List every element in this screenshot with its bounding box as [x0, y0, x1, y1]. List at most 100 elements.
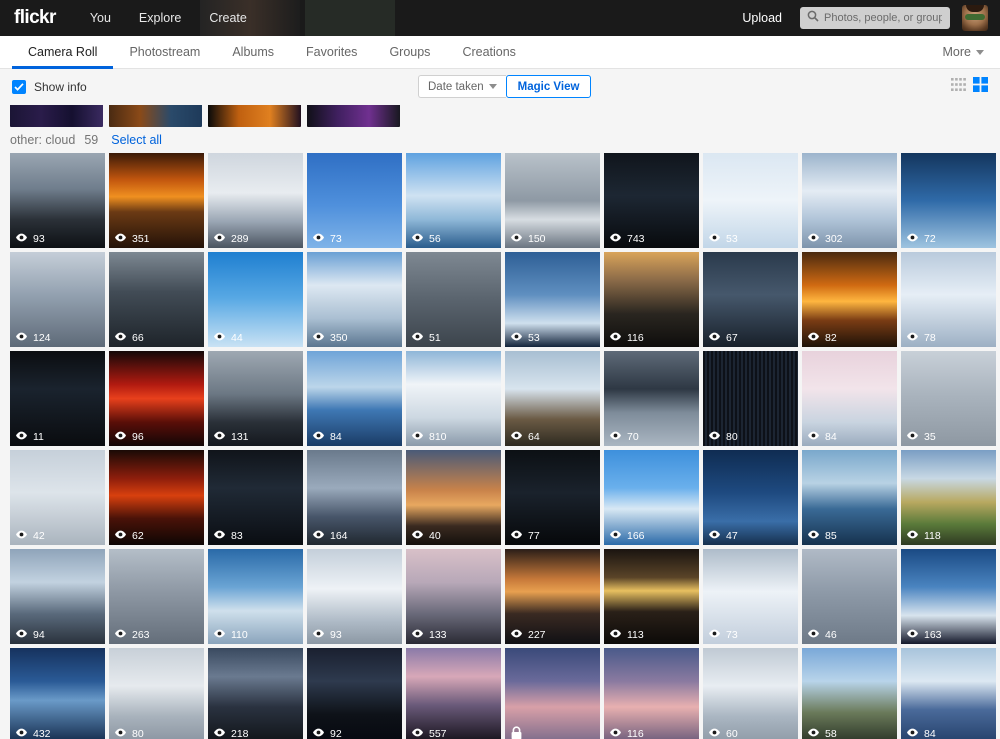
photo-thumbnail[interactable]: 84 [307, 351, 402, 446]
photo-thumbnail[interactable]: 96 [109, 351, 204, 446]
grid-large-icon[interactable] [973, 77, 988, 97]
tab-groups[interactable]: Groups [373, 37, 446, 69]
photo-thumbnail[interactable]: 94 [10, 549, 105, 644]
photo-thumbnail[interactable]: 11 [10, 351, 105, 446]
photo-thumbnail[interactable]: 80 [703, 351, 798, 446]
photo-thumbnail[interactable]: 166 [604, 450, 699, 545]
photo-thumbnail[interactable]: 73 [307, 153, 402, 248]
nav-item-explore[interactable]: Explore [125, 0, 195, 36]
avatar[interactable] [962, 5, 988, 31]
photo-thumbnail[interactable]: 77 [505, 450, 600, 545]
photo-thumbnail[interactable]: 60 [703, 648, 798, 739]
photo-thumbnail[interactable]: 35 [901, 351, 996, 446]
view-count: 94 [33, 628, 45, 641]
photo-thumbnail[interactable]: 350 [307, 252, 402, 347]
photo-thumbnail[interactable]: 227 [505, 549, 600, 644]
photo-thumbnail[interactable]: 110 [208, 549, 303, 644]
photo-thumbnail[interactable]: 133 [406, 549, 501, 644]
photo-thumbnail[interactable]: 93 [307, 549, 402, 644]
photo-thumbnail[interactable]: 116 [604, 252, 699, 347]
photo-thumbnail[interactable]: 70 [604, 351, 699, 446]
strip-thumbnail[interactable] [109, 105, 202, 127]
photo-thumbnail[interactable]: 810 [406, 351, 501, 446]
strip-thumbnail[interactable] [307, 105, 400, 127]
photo-thumbnail[interactable]: 53 [505, 252, 600, 347]
photo-thumbnail[interactable]: 46 [802, 549, 897, 644]
photo-thumbnail[interactable]: 62 [109, 450, 204, 545]
tab-camera-roll[interactable]: Camera Roll [12, 37, 114, 69]
photo-thumbnail[interactable]: 113 [604, 549, 699, 644]
photo-thumbnail[interactable]: 56 [406, 153, 501, 248]
photo-thumbnail[interactable]: 67 [703, 252, 798, 347]
photo-thumbnail[interactable]: 53 [703, 153, 798, 248]
photo-thumbnail[interactable]: 44 [208, 252, 303, 347]
photo-thumbnail[interactable]: 40 [406, 450, 501, 545]
photo-thumbnail[interactable]: 118 [901, 450, 996, 545]
tab-favorites[interactable]: Favorites [290, 37, 373, 69]
photo-thumbnail[interactable]: 116 [604, 648, 699, 739]
search-input[interactable] [824, 12, 942, 24]
photo-thumbnail[interactable]: 85 [802, 450, 897, 545]
photo-thumbnail[interactable]: 84 [802, 351, 897, 446]
photo-stats: 42 [10, 526, 105, 545]
photo-stats: 93 [10, 229, 105, 248]
photo-thumbnail[interactable]: 84 [901, 648, 996, 739]
nav-item-create[interactable]: Create [195, 0, 261, 36]
photo-thumbnail[interactable]: 83 [208, 450, 303, 545]
show-info-toggle[interactable]: Show info [12, 80, 87, 94]
photo-thumbnail[interactable]: 164 [307, 450, 402, 545]
photo-thumbnail[interactable]: 131 [208, 351, 303, 446]
views-eye-icon [312, 431, 325, 443]
grid-small-icon[interactable] [951, 78, 966, 96]
photo-stats: 164 [307, 526, 402, 545]
photo-thumbnail[interactable]: 47 [703, 450, 798, 545]
photo-thumbnail[interactable]: 80 [109, 648, 204, 739]
photo-thumbnail[interactable]: 82 [802, 252, 897, 347]
photo-thumbnail[interactable]: 72 [901, 153, 996, 248]
search-box[interactable] [800, 7, 950, 29]
select-all-link[interactable]: Select all [111, 133, 162, 147]
photo-thumbnail[interactable]: 743 [604, 153, 699, 248]
views-eye-icon [213, 629, 226, 641]
photo-thumbnail[interactable] [505, 648, 600, 739]
photo-thumbnail[interactable]: 58 [802, 648, 897, 739]
tab-photostream[interactable]: Photostream [113, 37, 216, 69]
photo-thumbnail[interactable]: 351 [109, 153, 204, 248]
photo-thumbnail[interactable]: 124 [10, 252, 105, 347]
strip-thumbnail[interactable] [10, 105, 103, 127]
views-eye-icon [15, 431, 28, 443]
views-eye-icon [312, 629, 325, 641]
photo-thumbnail[interactable]: 73 [703, 549, 798, 644]
photo-thumbnail[interactable]: 557 [406, 648, 501, 739]
strip-thumbnail[interactable] [208, 105, 301, 127]
photo-thumbnail[interactable]: 302 [802, 153, 897, 248]
sort-by-dropdown[interactable]: Date taken [418, 75, 506, 98]
nav-item-you[interactable]: You [76, 0, 125, 36]
photo-stats: 743 [604, 229, 699, 248]
photo-thumbnail[interactable]: 66 [109, 252, 204, 347]
show-info-checkbox[interactable] [12, 80, 26, 94]
photo-thumbnail[interactable]: 51 [406, 252, 501, 347]
view-count: 432 [33, 727, 51, 739]
tab-albums[interactable]: Albums [216, 37, 290, 69]
more-tabs-button[interactable]: More [939, 36, 988, 68]
photo-thumbnail[interactable]: 150 [505, 153, 600, 248]
photo-stats: 56 [406, 229, 501, 248]
photo-thumbnail[interactable]: 92 [307, 648, 402, 739]
photo-thumbnail[interactable]: 218 [208, 648, 303, 739]
flickr-logo[interactable]: flickr [14, 7, 56, 29]
photo-thumbnail[interactable]: 42 [10, 450, 105, 545]
magic-view-button[interactable]: Magic View [505, 75, 592, 98]
photo-thumbnail[interactable]: 93 [10, 153, 105, 248]
photo-stats: 84 [901, 724, 996, 739]
upload-button[interactable]: Upload [742, 11, 782, 25]
view-count: 73 [726, 628, 738, 641]
photo-thumbnail[interactable]: 432 [10, 648, 105, 739]
photo-thumbnail[interactable]: 78 [901, 252, 996, 347]
photo-thumbnail[interactable]: 163 [901, 549, 996, 644]
photo-thumbnail[interactable]: 289 [208, 153, 303, 248]
photo-stats: 227 [505, 625, 600, 644]
photo-thumbnail[interactable]: 263 [109, 549, 204, 644]
tab-creations[interactable]: Creations [446, 37, 532, 69]
photo-thumbnail[interactable]: 64 [505, 351, 600, 446]
